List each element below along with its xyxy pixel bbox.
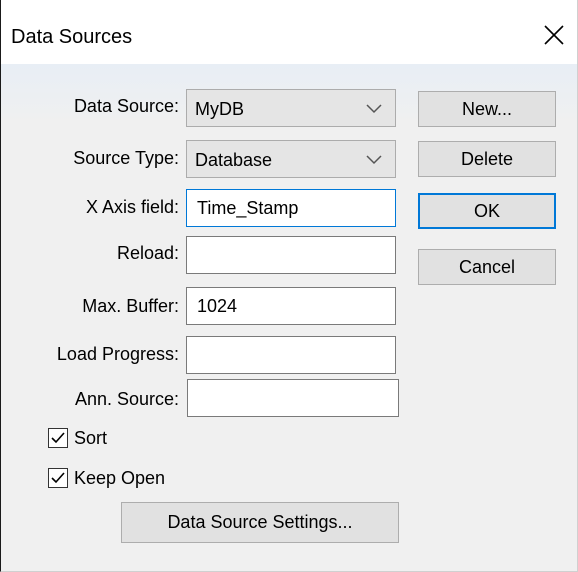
sort-checkbox[interactable]: [48, 428, 68, 448]
x-axis-field-input[interactable]: Time_Stamp: [186, 189, 396, 227]
reload-label: Reload:: [116, 243, 179, 263]
ok-button[interactable]: OK: [418, 193, 556, 229]
reload-input[interactable]: [186, 236, 396, 274]
ann-source-label: Ann. Source:: [74, 389, 179, 409]
close-icon: [544, 25, 564, 45]
ann-source-input[interactable]: [187, 379, 399, 417]
source-type-select[interactable]: Database: [186, 140, 396, 178]
data-source-select[interactable]: MyDB: [186, 89, 396, 127]
max-buffer-label: Max. Buffer:: [82, 296, 179, 316]
data-source-label: Data Source:: [73, 96, 179, 116]
new-button[interactable]: New...: [418, 91, 556, 127]
chevron-down-icon: [366, 104, 382, 114]
window-title: Data Sources: [11, 26, 133, 48]
sort-label: Sort: [74, 428, 108, 448]
keep-open-checkbox[interactable]: [48, 468, 68, 488]
dialog-client-area: Data Source: MyDB Source Type: Database …: [1, 64, 577, 571]
max-buffer-input[interactable]: 1024: [186, 287, 396, 325]
delete-button-label: Delete: [460, 149, 514, 169]
delete-button[interactable]: Delete: [418, 141, 556, 177]
ok-button-label: OK: [473, 201, 500, 221]
source-type-value: Database: [195, 150, 273, 170]
checkmark-icon: [51, 472, 65, 484]
data-sources-dialog: Data Sources Data Source: MyDB Source Ty…: [0, 0, 578, 572]
source-type-label: Source Type:: [73, 148, 179, 168]
close-button[interactable]: [527, 14, 577, 64]
load-progress-field: [186, 336, 396, 374]
cancel-button[interactable]: Cancel: [418, 249, 556, 285]
data-source-settings-button[interactable]: Data Source Settings...: [121, 502, 399, 543]
x-axis-field-label: X Axis field:: [85, 197, 179, 217]
chevron-down-icon: [366, 155, 382, 165]
new-button-label: New...: [461, 99, 513, 119]
data-source-settings-label: Data Source Settings...: [167, 512, 353, 532]
cancel-button-label: Cancel: [458, 257, 516, 277]
checkmark-icon: [51, 432, 65, 444]
data-source-value: MyDB: [195, 99, 244, 119]
load-progress-label: Load Progress:: [56, 344, 179, 364]
keep-open-label: Keep Open: [74, 468, 166, 488]
title-bar[interactable]: Data Sources: [1, 0, 577, 64]
